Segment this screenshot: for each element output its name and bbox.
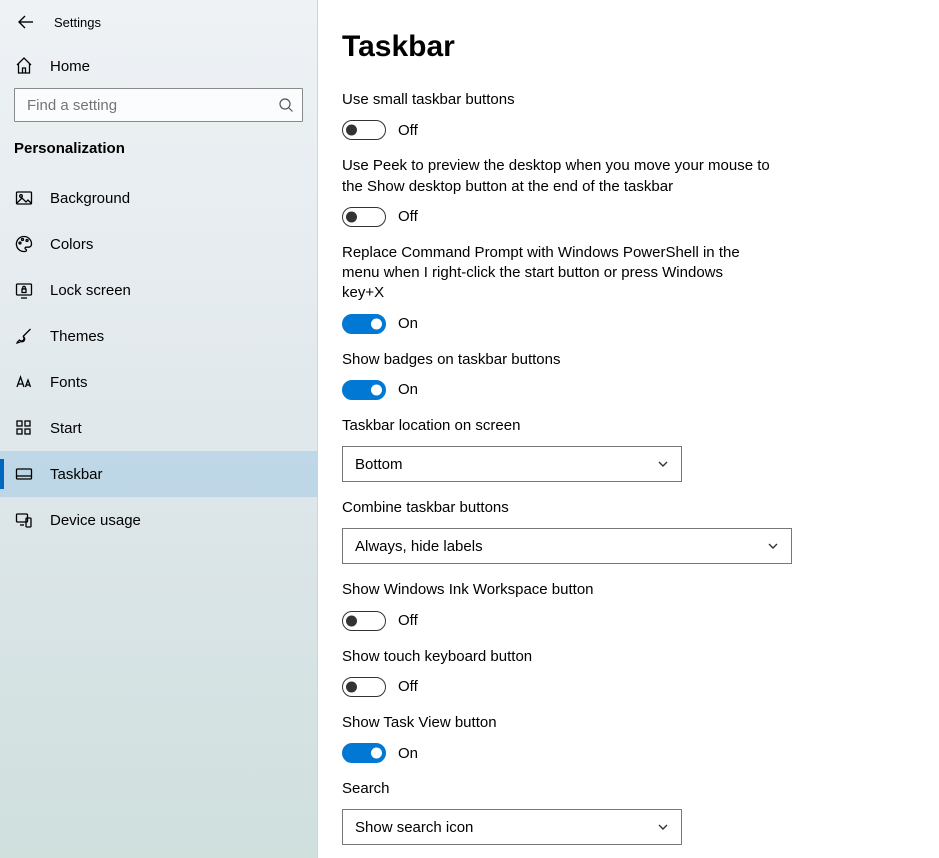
setting-label: Search	[342, 779, 902, 799]
back-button[interactable]	[16, 12, 36, 32]
nav-item-label: Colors	[50, 236, 93, 253]
titlebar: Settings	[0, 0, 317, 44]
toggle-peek-preview[interactable]	[342, 207, 386, 227]
setting-label: Show Windows Ink Workspace button	[342, 580, 902, 600]
search-input-container[interactable]	[14, 88, 303, 122]
nav-item-taskbar[interactable]: Taskbar	[0, 451, 317, 497]
chevron-down-icon	[767, 540, 779, 552]
nav-item-label: Start	[50, 420, 82, 437]
toggle-state: Off	[398, 122, 418, 139]
setting-task-view: Show Task View button On	[342, 713, 902, 763]
dropdown-search[interactable]: Show search icon	[342, 809, 682, 845]
nav-item-themes[interactable]: Themes	[0, 313, 317, 359]
section-header: Personalization	[0, 140, 317, 175]
setting-taskbar-location: Taskbar location on screen Bottom	[342, 416, 902, 482]
main-content: Taskbar Use small taskbar buttons Off Us…	[318, 0, 939, 858]
dropdown-taskbar-location[interactable]: Bottom	[342, 446, 682, 482]
chevron-down-icon	[657, 458, 669, 470]
toggle-state: On	[398, 381, 418, 398]
setting-label: Taskbar location on screen	[342, 416, 902, 436]
page-title: Taskbar	[342, 30, 939, 64]
toggle-ink-workspace[interactable]	[342, 611, 386, 631]
setting-combine-buttons: Combine taskbar buttons Always, hide lab…	[342, 498, 902, 564]
toggle-task-view[interactable]	[342, 743, 386, 763]
dropdown-value: Bottom	[355, 456, 403, 473]
fonts-icon	[14, 372, 34, 392]
nav-item-start[interactable]: Start	[0, 405, 317, 451]
dropdown-combine-buttons[interactable]: Always, hide labels	[342, 528, 792, 564]
sidebar: Settings Home Personalization	[0, 0, 318, 858]
setting-label: Use small taskbar buttons	[342, 90, 902, 110]
toggle-state: On	[398, 315, 418, 332]
arrow-left-icon	[18, 14, 34, 30]
setting-label: Replace Command Prompt with Windows Powe…	[342, 243, 762, 304]
setting-label: Show touch keyboard button	[342, 647, 902, 667]
nav-item-background[interactable]: Background	[0, 175, 317, 221]
paintbrush-icon	[14, 326, 34, 346]
nav-item-label: Fonts	[50, 374, 88, 391]
setting-label: Combine taskbar buttons	[342, 498, 902, 518]
setting-label: Show Task View button	[342, 713, 902, 733]
setting-small-taskbar-buttons: Use small taskbar buttons Off	[342, 90, 902, 140]
setting-powershell: Replace Command Prompt with Windows Powe…	[342, 243, 762, 334]
chevron-down-icon	[657, 821, 669, 833]
nav-item-home-label: Home	[50, 58, 90, 75]
lock-screen-icon	[14, 280, 34, 300]
search-icon	[278, 97, 294, 113]
nav-item-device-usage[interactable]: Device usage	[0, 497, 317, 543]
toggle-state: Off	[398, 208, 418, 225]
setting-ink-workspace: Show Windows Ink Workspace button Off	[342, 580, 902, 630]
nav-item-colors[interactable]: Colors	[0, 221, 317, 267]
nav-item-home[interactable]: Home	[0, 44, 317, 88]
nav-item-label: Lock screen	[50, 282, 131, 299]
home-icon	[14, 56, 34, 76]
toggle-touch-keyboard[interactable]	[342, 677, 386, 697]
setting-touch-keyboard: Show touch keyboard button Off	[342, 647, 902, 697]
nav-item-label: Taskbar	[50, 466, 103, 483]
setting-search: Search Show search icon	[342, 779, 902, 845]
toggle-powershell[interactable]	[342, 314, 386, 334]
nav-items: Background Colors Lock screen	[0, 175, 317, 543]
setting-label: Show badges on taskbar buttons	[342, 350, 902, 370]
start-grid-icon	[14, 418, 34, 438]
setting-peek-preview: Use Peek to preview the desktop when you…	[342, 156, 772, 227]
picture-icon	[14, 188, 34, 208]
app-title: Settings	[54, 15, 101, 30]
palette-icon	[14, 234, 34, 254]
toggle-state: Off	[398, 678, 418, 695]
toggle-state: On	[398, 745, 418, 762]
dropdown-value: Show search icon	[355, 819, 473, 836]
devices-icon	[14, 510, 34, 530]
nav-item-fonts[interactable]: Fonts	[0, 359, 317, 405]
nav-item-label: Device usage	[50, 512, 141, 529]
setting-show-badges: Show badges on taskbar buttons On	[342, 350, 902, 400]
toggle-show-badges[interactable]	[342, 380, 386, 400]
toggle-state: Off	[398, 612, 418, 629]
nav-item-label: Background	[50, 190, 130, 207]
setting-label: Use Peek to preview the desktop when you…	[342, 156, 772, 197]
dropdown-value: Always, hide labels	[355, 538, 483, 555]
toggle-small-taskbar-buttons[interactable]	[342, 120, 386, 140]
taskbar-icon	[14, 464, 34, 484]
nav-item-lock-screen[interactable]: Lock screen	[0, 267, 317, 313]
nav-item-label: Themes	[50, 328, 104, 345]
search-input[interactable]	[15, 97, 302, 114]
